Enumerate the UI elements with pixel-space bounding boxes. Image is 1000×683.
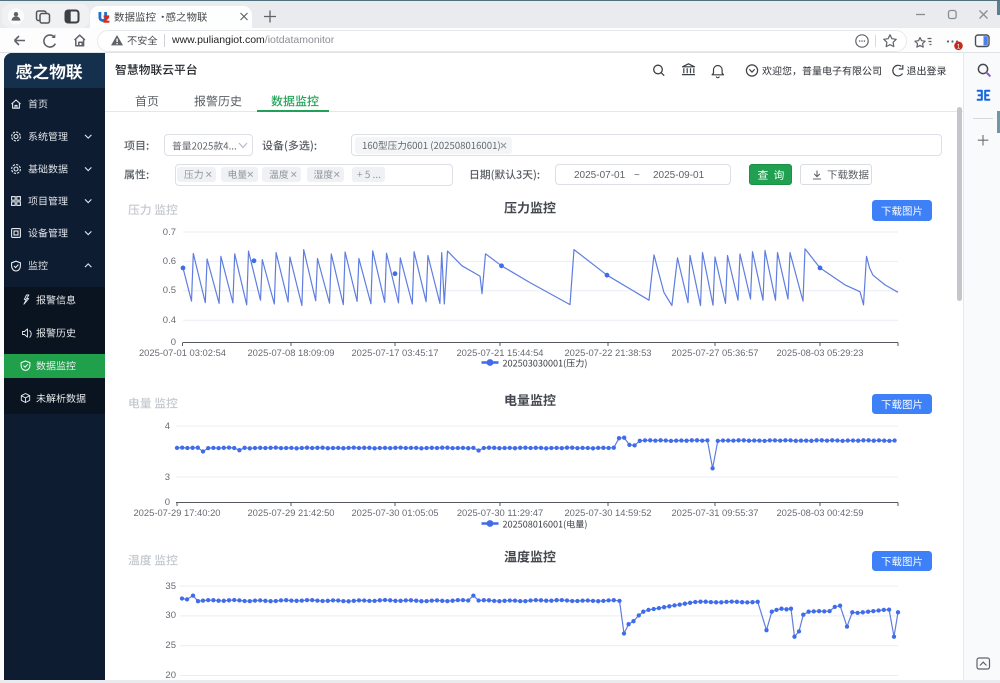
- svg-text:1: 1: [957, 43, 961, 50]
